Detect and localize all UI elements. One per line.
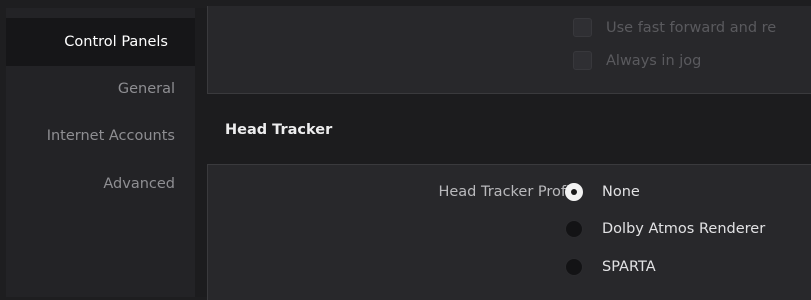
sidebar-item-control-panels[interactable]: Control Panels (6, 18, 195, 66)
radio-none[interactable] (565, 183, 583, 201)
sidebar-item-advanced[interactable]: Advanced (6, 160, 195, 208)
radio-label-sparta: SPARTA (602, 259, 656, 275)
profile-option-dolby-atmos-renderer[interactable]: Dolby Atmos Renderer (565, 220, 765, 238)
radio-label-dolby-atmos-renderer: Dolby Atmos Renderer (602, 221, 766, 237)
profile-option-sparta[interactable]: SPARTA (565, 258, 656, 276)
sidebar-item-label: Internet Accounts (46, 128, 175, 144)
sidebar-item-label: Advanced (103, 176, 175, 192)
preferences-content: Use fast forward and re Always in jog He… (195, 6, 811, 300)
radio-sparta[interactable] (565, 258, 583, 276)
radio-dolby-atmos-renderer[interactable] (565, 220, 583, 238)
fast-forward-label: Use fast forward and re (606, 19, 777, 36)
always-in-jog-label: Always in jog (606, 52, 702, 69)
profile-option-none[interactable]: None (565, 183, 640, 201)
sidebar-item-internet-accounts[interactable]: Internet Accounts (6, 112, 195, 160)
head-tracker-section-title: Head Tracker (225, 122, 333, 138)
sidebar-item-label: Control Panels (64, 34, 168, 50)
head-tracker-profile-label: Head Tracker Profile (438, 184, 583, 200)
fast-forward-checkbox[interactable] (573, 18, 592, 37)
preferences-sidebar: Control Panels General Internet Accounts… (6, 8, 195, 297)
always-in-jog-option[interactable]: Always in jog (573, 51, 701, 70)
sidebar-item-label: General (117, 81, 175, 97)
sidebar-item-general[interactable]: General (6, 65, 195, 113)
radio-label-none: None (602, 184, 640, 200)
always-in-jog-checkbox[interactable] (573, 51, 592, 70)
fast-forward-option[interactable]: Use fast forward and re (573, 18, 776, 37)
